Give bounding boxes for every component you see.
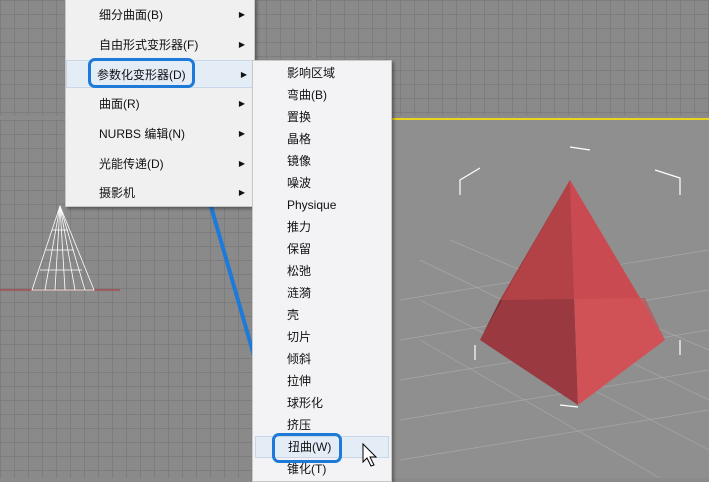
submenu-arrow-icon: ▶ — [240, 70, 247, 79]
menu-item-label: 细分曲面(B) — [99, 8, 163, 22]
submenu-item[interactable]: 噪波 — [255, 172, 389, 194]
menu-item-radiosity[interactable]: 光能传递(D) ▶ — [69, 150, 251, 178]
submenu-arrow-icon: ▶ — [238, 129, 245, 138]
submenu-item[interactable]: 影响区域 — [255, 62, 389, 84]
submenu-item[interactable]: Physique — [255, 194, 389, 216]
wireframe-cone — [31, 204, 95, 291]
submenu-item[interactable]: 置换 — [255, 106, 389, 128]
submenu-item[interactable]: 松弛 — [255, 260, 389, 282]
menu-item-label: 曲面(R) — [99, 97, 140, 111]
menu-item-subdivision-surfaces[interactable]: 细分曲面(B) ▶ — [69, 1, 251, 29]
menu-item-camera[interactable]: 摄影机 ▶ — [69, 179, 251, 207]
menu-item-nurbs-edit[interactable]: NURBS 编辑(N) ▶ — [69, 120, 251, 148]
submenu-item[interactable]: 切片 — [255, 326, 389, 348]
menu-item-label: NURBS 编辑(N) — [99, 127, 185, 141]
submenu-item[interactable]: 弯曲(B) — [255, 84, 389, 106]
submenu-arrow-icon: ▶ — [238, 99, 245, 108]
menu-item-label: 摄影机 — [99, 186, 136, 200]
submenu-item[interactable]: 涟漪 — [255, 282, 389, 304]
submenu-item[interactable]: 晶格 — [255, 128, 389, 150]
menu-item-free-form-deformers[interactable]: 自由形式变形器(F) ▶ — [69, 31, 251, 59]
submenu-arrow-icon: ▶ — [238, 10, 245, 19]
submenu-item[interactable]: 球形化 — [255, 392, 389, 414]
context-menu: 细分曲面(B) ▶ 自由形式变形器(F) ▶ 参数化变形器(D) ▶ 曲面(R) ▶ N… — [65, 0, 255, 207]
submenu-item[interactable]: 推力 — [255, 216, 389, 238]
submenu-item[interactable]: 倾斜 — [255, 348, 389, 370]
submenu-parametric-deformers: 影响区域 弯曲(B) 置换 晶格 镜像 噪波 Physique 推力 保留 松弛… — [252, 60, 392, 482]
submenu-item[interactable]: 拉伸 — [255, 370, 389, 392]
menu-item-label: 自由形式变形器(F) — [99, 38, 199, 52]
submenu-item[interactable]: 镜像 — [255, 150, 389, 172]
submenu-item[interactable]: 壳 — [255, 304, 389, 326]
highlight-box — [272, 433, 342, 463]
submenu-arrow-icon: ▶ — [238, 188, 245, 197]
highlight-box — [88, 58, 195, 88]
menu-item-surface[interactable]: 曲面(R) ▶ — [69, 90, 251, 118]
submenu-item[interactable]: 保留 — [255, 238, 389, 260]
pyramid — [480, 180, 665, 405]
submenu-arrow-icon: ▶ — [238, 159, 245, 168]
menu-item-label: 光能传递(D) — [99, 157, 164, 171]
submenu-arrow-icon: ▶ — [238, 40, 245, 49]
